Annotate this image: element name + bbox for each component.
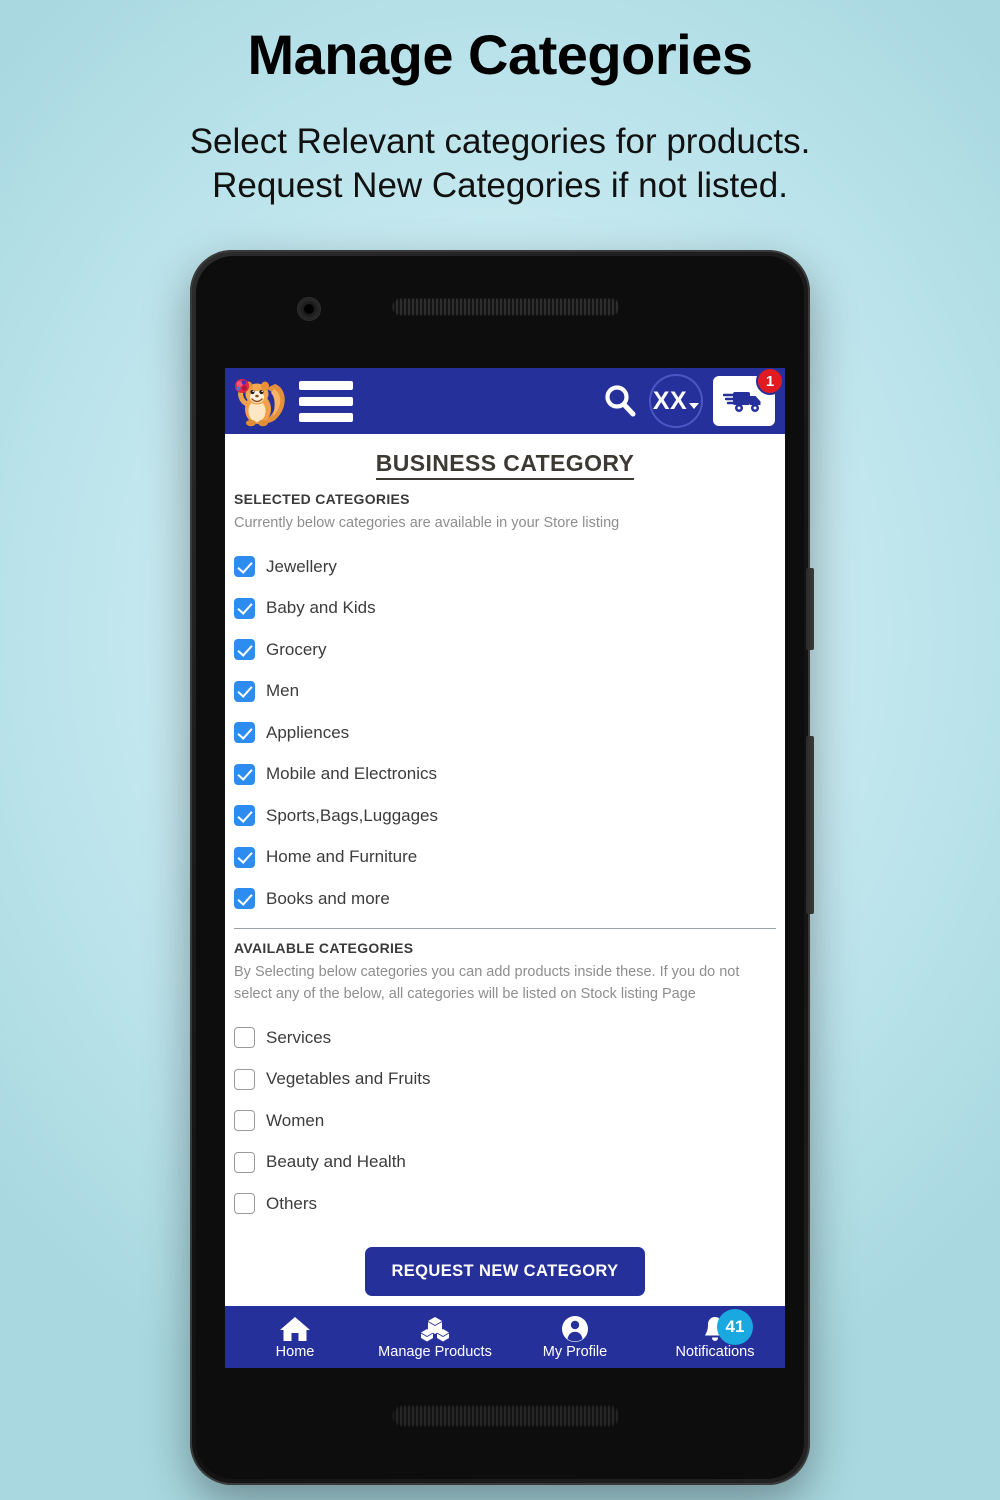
available-categories-heading: AVAILABLE CATEGORIES xyxy=(234,940,414,957)
list-item[interactable]: Home and Furniture xyxy=(234,837,776,879)
cart-badge: 1 xyxy=(756,368,784,395)
checkbox-checked-icon[interactable] xyxy=(234,805,255,827)
checkbox-checked-icon[interactable] xyxy=(234,888,255,910)
nav-item-manage-products[interactable]: Manage Products xyxy=(365,1315,505,1360)
list-item[interactable]: Men xyxy=(234,671,776,713)
category-label: Others xyxy=(266,1193,318,1213)
selected-categories-description: Currently below categories are available… xyxy=(234,515,620,531)
list-item[interactable]: Vegetables and Fruits xyxy=(234,1059,776,1101)
screen-title-text: BUSINESS CATEGORY xyxy=(375,450,635,480)
list-item[interactable]: Appliences xyxy=(234,712,776,754)
category-label: Sports,Bags,Luggages xyxy=(266,805,439,825)
available-categories-description: By Selecting below categories you can ad… xyxy=(234,964,740,1003)
hamburger-bar-3 xyxy=(299,412,353,422)
app-bar: XX 1 xyxy=(225,368,785,434)
category-label: Services xyxy=(266,1027,332,1047)
category-label: Baby and Kids xyxy=(266,598,376,618)
screen-content: SELECTED CATEGORIES Currently below cate… xyxy=(225,491,785,1296)
search-icon[interactable] xyxy=(601,382,639,420)
category-label: Home and Furniture xyxy=(266,847,418,867)
notifications-badge: 41 xyxy=(717,1308,753,1345)
selected-categories-heading: SELECTED CATEGORIES xyxy=(234,491,410,507)
delivery-cart-button[interactable]: 1 xyxy=(713,368,784,426)
category-label: Appliences xyxy=(266,722,350,742)
home-icon xyxy=(280,1316,310,1341)
promo-subtitle-line1: Select Relevant categories for products. xyxy=(189,121,811,161)
category-label: Grocery xyxy=(266,639,327,659)
checkbox-checked-icon[interactable] xyxy=(234,763,255,785)
list-item[interactable]: Women xyxy=(234,1100,776,1142)
nav-item-notifications[interactable]: Notifications 41 xyxy=(645,1308,785,1360)
available-categories-section: AVAILABLE CATEGORIES By Selecting below … xyxy=(234,940,776,1225)
language-selector-label: XX xyxy=(652,386,688,415)
request-new-category-button[interactable]: REQUEST NEW CATEGORY xyxy=(365,1246,645,1296)
nav-item-label: Home xyxy=(275,1343,315,1360)
promo-subtitle: Select Relevant categories for products.… xyxy=(0,120,1000,210)
bottom-navigation-bar: Home Manage Products My Profile Notifica… xyxy=(225,1306,785,1368)
nav-item-label: My Profile xyxy=(542,1343,608,1360)
hamburger-bar-2 xyxy=(299,396,353,406)
nav-item-label: Manage Products xyxy=(378,1343,492,1360)
category-label: Mobile and Electronics xyxy=(266,764,438,784)
nav-item-label: Notifications xyxy=(675,1343,755,1360)
front-camera-icon xyxy=(298,298,320,320)
list-item[interactable]: Mobile and Electronics xyxy=(234,754,776,796)
hamburger-bar-1 xyxy=(299,380,353,390)
list-item[interactable]: Jewellery xyxy=(234,546,776,588)
request-button-container: REQUEST NEW CATEGORY xyxy=(234,1246,776,1296)
language-selector[interactable]: XX xyxy=(649,374,703,428)
user-account-icon xyxy=(562,1315,588,1342)
nav-item-my-profile[interactable]: My Profile xyxy=(505,1315,645,1360)
section-divider xyxy=(234,927,776,930)
list-item[interactable]: Grocery xyxy=(234,629,776,671)
chevron-down-icon xyxy=(689,403,700,409)
list-item[interactable]: Beauty and Health xyxy=(234,1142,776,1184)
list-item[interactable]: Baby and Kids xyxy=(234,588,776,630)
checkbox-unchecked-icon[interactable] xyxy=(234,1068,255,1090)
category-label: Men xyxy=(266,681,300,701)
category-label: Beauty and Health xyxy=(266,1152,406,1172)
checkbox-checked-icon[interactable] xyxy=(234,556,255,578)
phone-bezel: XX 1 BUSINESS CATEGORY SELECTED CATEGORI… xyxy=(196,256,804,1479)
category-label: Jewellery xyxy=(266,556,337,576)
category-label: Women xyxy=(266,1110,325,1130)
nav-item-home[interactable]: Home xyxy=(225,1315,365,1360)
earpiece-speaker xyxy=(392,298,620,316)
checkbox-checked-icon[interactable] xyxy=(234,680,255,702)
category-label: Vegetables and Fruits xyxy=(266,1069,431,1089)
checkbox-unchecked-icon[interactable] xyxy=(234,1110,255,1132)
hamburger-menu-icon[interactable] xyxy=(299,380,353,422)
page-title: Manage Categories xyxy=(247,23,754,86)
list-item[interactable]: Sports,Bags,Luggages xyxy=(234,795,776,837)
phone-mockup: XX 1 BUSINESS CATEGORY SELECTED CATEGORI… xyxy=(190,250,814,1485)
volume-button[interactable] xyxy=(806,736,814,914)
checkbox-checked-icon[interactable] xyxy=(234,597,255,619)
promo-header: Manage Categories Select Relevant catego… xyxy=(0,0,1000,209)
checkbox-unchecked-icon[interactable] xyxy=(234,1193,255,1215)
phone-screen: XX 1 BUSINESS CATEGORY SELECTED CATEGORI… xyxy=(225,368,785,1368)
list-item[interactable]: Others xyxy=(234,1183,776,1225)
delivery-truck-icon xyxy=(723,392,761,412)
checkbox-unchecked-icon[interactable] xyxy=(234,1151,255,1173)
checkbox-checked-icon[interactable] xyxy=(234,722,255,744)
promo-subtitle-line2: Request New Categories if not listed. xyxy=(212,166,788,206)
bottom-speaker-grille xyxy=(392,1405,620,1427)
boxes-icon xyxy=(421,1316,449,1342)
category-label: Books and more xyxy=(266,888,390,908)
app-bar-actions: XX 1 xyxy=(601,368,784,428)
squirrel-mascot-logo[interactable] xyxy=(231,374,291,428)
checkbox-checked-icon[interactable] xyxy=(234,846,255,868)
screen-title: BUSINESS CATEGORY xyxy=(225,450,785,480)
list-item[interactable]: Services xyxy=(234,1017,776,1059)
checkbox-checked-icon[interactable] xyxy=(234,639,255,661)
power-button[interactable] xyxy=(806,568,814,650)
selected-categories-section: SELECTED CATEGORIES Currently below cate… xyxy=(234,491,776,920)
list-item[interactable]: Books and more xyxy=(234,878,776,920)
checkbox-unchecked-icon[interactable] xyxy=(234,1027,255,1049)
